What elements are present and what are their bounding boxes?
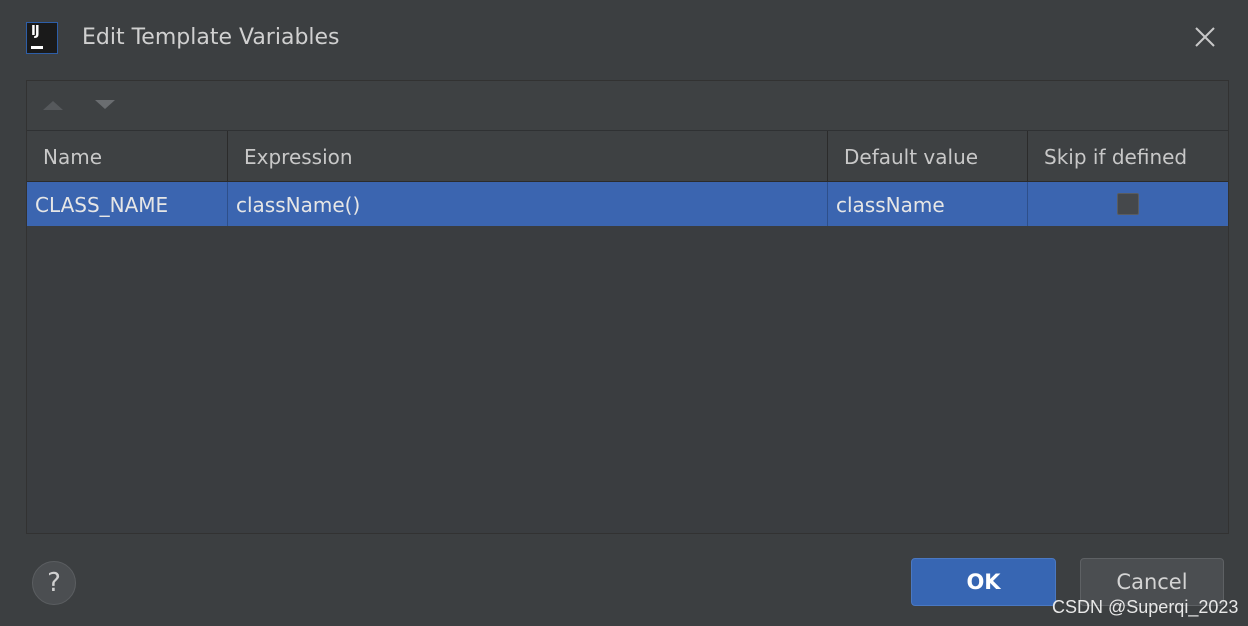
watermark: CSDN @Superqi_2023 (1052, 597, 1239, 617)
cell-name[interactable]: CLASS_NAME (27, 182, 228, 226)
table-header: Name Expression Default value Skip if de… (27, 131, 1228, 182)
table-row[interactable]: CLASS_NAME className() className (27, 182, 1228, 226)
cell-default-value[interactable]: className (828, 182, 1028, 226)
ok-button[interactable]: OK (911, 558, 1056, 606)
app-logo-text: IJ (31, 24, 40, 39)
variables-table: Name Expression Default value Skip if de… (27, 131, 1228, 226)
skip-if-defined-checkbox[interactable] (1117, 193, 1139, 215)
table-toolbar (27, 81, 1228, 131)
close-icon[interactable] (1190, 22, 1220, 52)
cell-skip-if-defined[interactable] (1028, 182, 1228, 226)
variables-panel: Name Expression Default value Skip if de… (26, 80, 1229, 534)
app-logo-bar (31, 46, 43, 49)
column-header-expression[interactable]: Expression (228, 131, 828, 181)
title-bar: IJ Edit Template Variables (0, 0, 1248, 72)
arrow-up-icon[interactable] (41, 95, 65, 115)
cell-expression[interactable]: className() (228, 182, 828, 226)
arrow-down-icon[interactable] (93, 95, 117, 115)
column-header-default-value[interactable]: Default value (828, 131, 1028, 181)
column-header-skip-if-defined[interactable]: Skip if defined (1028, 131, 1228, 181)
column-header-name[interactable]: Name (27, 131, 228, 181)
help-button[interactable]: ? (32, 561, 76, 605)
intellij-icon: IJ (26, 22, 58, 54)
dialog-title: Edit Template Variables (82, 25, 340, 50)
edit-template-variables-dialog: IJ Edit Template Variables Name Expressi… (0, 0, 1248, 626)
